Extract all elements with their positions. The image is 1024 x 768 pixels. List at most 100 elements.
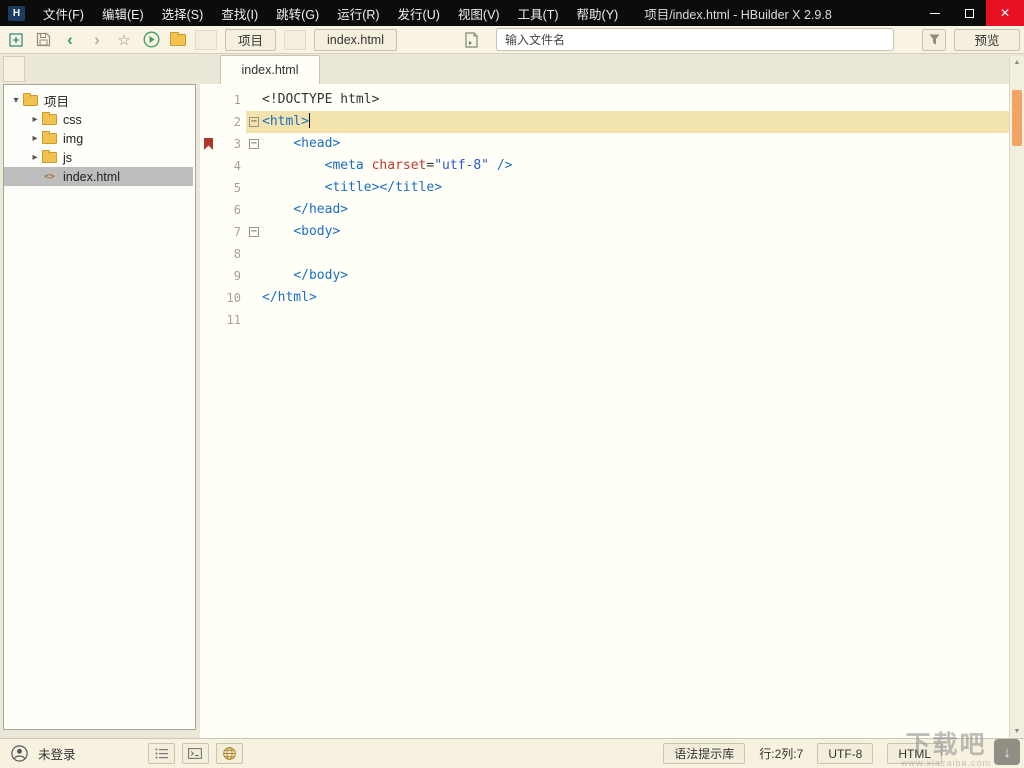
forward-button[interactable]: ›	[87, 30, 107, 50]
tree-item[interactable]: ▸ js	[4, 148, 193, 167]
save-button[interactable]	[33, 30, 53, 50]
gutter-bookmark-column[interactable]	[200, 309, 216, 331]
code-line-text[interactable]: <head>	[262, 133, 1009, 155]
editor-tab-bar: index.html	[200, 54, 1024, 84]
preview-button[interactable]: 预览	[954, 28, 1020, 51]
gutter-bookmark-column[interactable]	[200, 177, 216, 199]
menu-item[interactable]: 跳转(G)	[267, 4, 328, 23]
code-line[interactable]: 3− <head>	[200, 133, 1009, 155]
menu-item[interactable]: 查找(I)	[212, 4, 267, 23]
web-browser-button[interactable]	[215, 743, 243, 764]
chevron-right-icon[interactable]: ▸	[28, 133, 42, 144]
gutter-bookmark-column[interactable]	[200, 111, 216, 133]
html-file-icon: <>	[44, 171, 55, 182]
gutter-bookmark-column[interactable]	[200, 287, 216, 309]
filetype-button[interactable]: HTML	[887, 743, 942, 764]
code-line-text[interactable]: <body>	[262, 221, 1009, 243]
open-file-button[interactable]: index.html	[314, 28, 397, 51]
syntax-library-button[interactable]: 语法提示库	[663, 743, 746, 764]
scrollbar-thumb[interactable]	[1012, 90, 1022, 146]
new-file-button[interactable]	[6, 30, 26, 50]
code-line[interactable]: 7− <body>	[200, 221, 1009, 243]
tree-item-label: 项目	[44, 95, 70, 109]
gutter-bookmark-column[interactable]	[200, 265, 216, 287]
code-line[interactable]: 4 <meta charset="utf-8" />	[200, 155, 1009, 177]
tab-index-html[interactable]: index.html	[220, 55, 320, 84]
code-line[interactable]: 6 </head>	[200, 199, 1009, 221]
account-button[interactable]	[10, 745, 28, 763]
menu-item[interactable]: 发行(U)	[389, 4, 449, 23]
chevron-right-icon[interactable]: ▸	[28, 114, 42, 125]
gutter-bookmark-column[interactable]	[200, 221, 216, 243]
encoding-button[interactable]: UTF-8	[817, 743, 874, 764]
menu-item[interactable]: 选择(S)	[153, 4, 213, 23]
tree-item-project-root[interactable]: ▾ 项目	[4, 91, 193, 110]
gutter-bookmark-column[interactable]	[200, 243, 216, 265]
back-button[interactable]: ‹	[60, 30, 80, 50]
code-line-text[interactable]	[262, 309, 1009, 331]
menu-bar: 文件(F) 编辑(E) 选择(S) 查找(I) 跳转(G) 运行(R) 发行(U) 视图(V)…	[34, 0, 627, 26]
project-button[interactable]: 项目	[225, 28, 277, 51]
line-number: 1	[233, 93, 241, 107]
menu-item[interactable]: 文件(F)	[34, 4, 93, 23]
menu-item[interactable]: 视图(V)	[449, 4, 509, 23]
code-line-text[interactable]: <title></title>	[262, 177, 1009, 199]
left-panel: ▾ 项目 ▸ css ▸ img ▸ js <> index.html	[0, 54, 200, 738]
scroll-up-icon[interactable]: ▲	[1010, 59, 1024, 66]
fold-collapse-icon[interactable]: −	[249, 139, 259, 149]
menu-item[interactable]: 运行(R)	[328, 4, 388, 23]
code-line-text[interactable]: <!DOCTYPE html>	[262, 89, 1009, 111]
file-search-input[interactable]	[496, 28, 894, 51]
gutter-bookmark-column[interactable]	[200, 199, 216, 221]
fold-collapse-icon[interactable]: −	[249, 117, 259, 127]
code-line[interactable]: 8	[200, 243, 1009, 265]
sidebar-tab-stub[interactable]	[3, 56, 25, 82]
code-line[interactable]: 11	[200, 309, 1009, 331]
gutter-fold-column: −	[246, 133, 262, 155]
filter-button[interactable]	[922, 28, 946, 51]
cursor-position[interactable]: 行:2列:7	[759, 745, 803, 762]
code-line-text[interactable]	[262, 243, 1009, 265]
code-line-text[interactable]: </html>	[262, 287, 1009, 309]
menu-item[interactable]: 帮助(Y)	[568, 4, 628, 23]
code-line-text[interactable]: </body>	[262, 265, 1009, 287]
code-token: charset	[371, 158, 427, 173]
code-line-text[interactable]: <meta charset="utf-8" />	[262, 155, 1009, 177]
gutter-fold-column: −	[246, 111, 262, 133]
code-line[interactable]: 10 </html>	[200, 287, 1009, 309]
chevron-down-icon[interactable]: ▾	[9, 95, 23, 106]
tree-item[interactable]: ▸ img	[4, 129, 193, 148]
vertical-scrollbar[interactable]: ▲ ▼	[1009, 56, 1024, 738]
tree-item[interactable]: <> index.html	[4, 167, 193, 186]
tree-item[interactable]: ▸ css	[4, 110, 193, 129]
bookmark-star-button[interactable]: ☆	[114, 30, 134, 50]
preview-file-button[interactable]	[461, 30, 481, 50]
code-line-text[interactable]: </head>	[262, 199, 1009, 221]
folder-icon	[42, 112, 57, 125]
gutter-fold-column: −	[246, 221, 262, 243]
code-line[interactable]: 1 <!DOCTYPE html>	[200, 89, 1009, 111]
gutter-bookmark-column[interactable]	[200, 89, 216, 111]
fold-collapse-icon[interactable]: −	[249, 227, 259, 237]
code-editor[interactable]: 1 <!DOCTYPE html> 2− <html> 3− <head> 4 <meta…	[200, 84, 1024, 738]
chevron-right-icon[interactable]: ▸	[28, 152, 42, 163]
menu-item[interactable]: 工具(T)	[509, 4, 568, 23]
close-button[interactable]: ✕	[986, 0, 1024, 26]
open-folder-button[interactable]	[168, 30, 188, 50]
code-line-text[interactable]: <html>	[262, 111, 1009, 133]
minimize-button[interactable]	[918, 0, 952, 26]
gutter-bookmark-column[interactable]	[200, 155, 216, 177]
bookmark-flag-icon[interactable]	[204, 138, 213, 150]
maximize-button[interactable]	[952, 0, 986, 26]
menu-item[interactable]: 编辑(E)	[93, 4, 153, 23]
gutter-bookmark-column[interactable]	[200, 133, 216, 155]
run-button[interactable]	[141, 30, 161, 50]
outline-button[interactable]	[147, 743, 175, 764]
login-status[interactable]: 未登录	[38, 744, 76, 763]
terminal-button[interactable]	[181, 743, 209, 764]
scroll-down-icon[interactable]: ▼	[1010, 728, 1024, 735]
code-line[interactable]: 5 <title></title>	[200, 177, 1009, 199]
code-line[interactable]: 9 </body>	[200, 265, 1009, 287]
code-line[interactable]: 2− <html>	[200, 111, 1009, 133]
